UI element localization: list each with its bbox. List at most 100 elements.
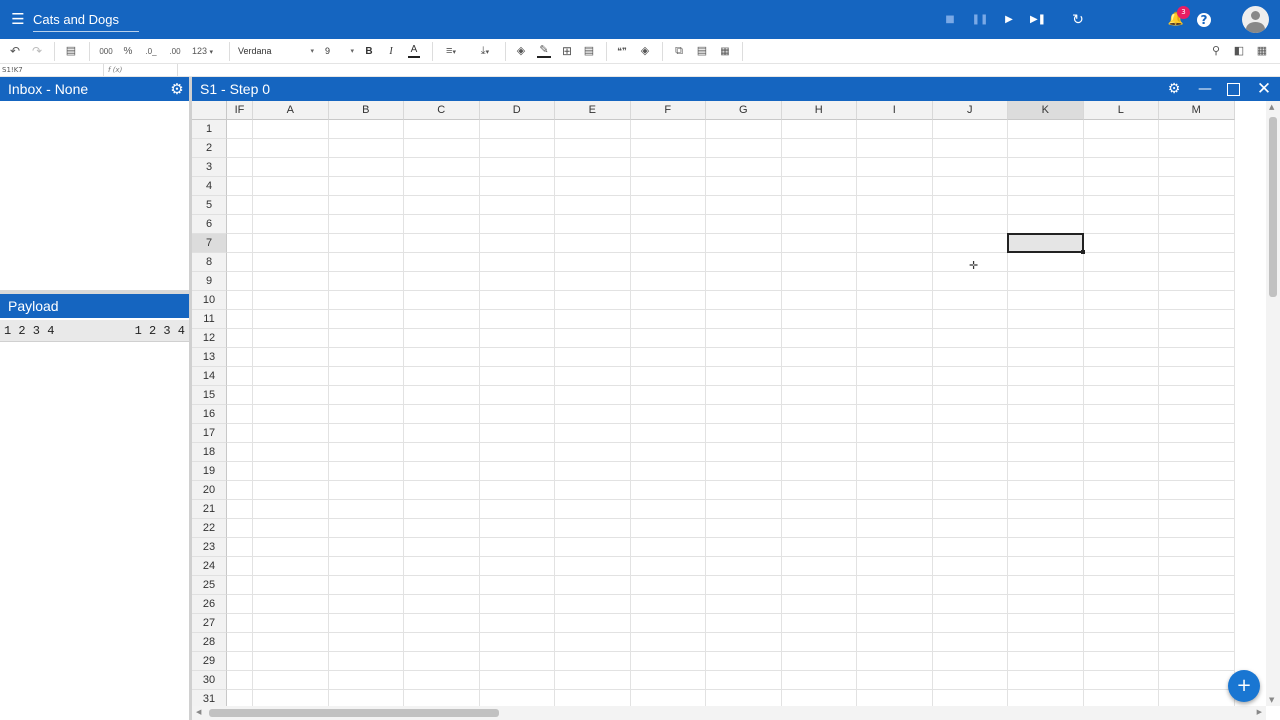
cell-c6[interactable] <box>404 215 480 234</box>
cell-d13[interactable] <box>479 348 555 367</box>
cell-h26[interactable] <box>781 595 857 614</box>
cell-if15[interactable] <box>227 386 253 405</box>
cell-g31[interactable] <box>706 690 782 706</box>
cell-i20[interactable] <box>857 481 933 500</box>
cell-k28[interactable] <box>1008 633 1084 652</box>
cell-b23[interactable] <box>328 538 404 557</box>
cell-b29[interactable] <box>328 652 404 671</box>
row-header-10[interactable]: 10 <box>192 291 227 310</box>
search-icon[interactable]: ⚲ <box>1209 44 1223 59</box>
row-header-20[interactable]: 20 <box>192 481 227 500</box>
row-header-25[interactable]: 25 <box>192 576 227 595</box>
cell-j23[interactable] <box>932 538 1008 557</box>
cell-c18[interactable] <box>404 443 480 462</box>
cell-m27[interactable] <box>1159 614 1235 633</box>
cell-if28[interactable] <box>227 633 253 652</box>
cell-j12[interactable] <box>932 329 1008 348</box>
cell-a27[interactable] <box>253 614 329 633</box>
play-icon[interactable]: ▶ <box>1000 11 1018 29</box>
cell-f13[interactable] <box>630 348 706 367</box>
increase-decimal-button[interactable]: .00 <box>166 44 184 59</box>
cell-a10[interactable] <box>253 291 329 310</box>
add-button[interactable]: + <box>1228 670 1260 702</box>
cell-b24[interactable] <box>328 557 404 576</box>
cell-h7[interactable] <box>781 234 857 253</box>
cell-j14[interactable] <box>932 367 1008 386</box>
cell-c26[interactable] <box>404 595 480 614</box>
cell-k20[interactable] <box>1008 481 1084 500</box>
cell-e26[interactable] <box>555 595 631 614</box>
cell-b5[interactable] <box>328 196 404 215</box>
cell-e3[interactable] <box>555 158 631 177</box>
cell-i4[interactable] <box>857 177 933 196</box>
cell-c14[interactable] <box>404 367 480 386</box>
cell-k16[interactable] <box>1008 405 1084 424</box>
cell-if12[interactable] <box>227 329 253 348</box>
cell-f7[interactable] <box>630 234 706 253</box>
cell-b9[interactable] <box>328 272 404 291</box>
cell-e15[interactable] <box>555 386 631 405</box>
column-header-k[interactable]: K <box>1008 101 1084 120</box>
cell-c4[interactable] <box>404 177 480 196</box>
cell-c21[interactable] <box>404 500 480 519</box>
cell-c1[interactable] <box>404 120 480 139</box>
font-family-select[interactable]: Verdana ▾ <box>234 43 316 60</box>
cell-k19[interactable] <box>1008 462 1084 481</box>
cell-i7[interactable] <box>857 234 933 253</box>
cell-h19[interactable] <box>781 462 857 481</box>
cell-g12[interactable] <box>706 329 782 348</box>
cell-k6[interactable] <box>1008 215 1084 234</box>
cell-a14[interactable] <box>253 367 329 386</box>
cell-e9[interactable] <box>555 272 631 291</box>
valign-dropdown[interactable]: ⤓▾ <box>474 44 496 59</box>
cell-l11[interactable] <box>1083 310 1159 329</box>
row-header-3[interactable]: 3 <box>192 158 227 177</box>
row-header-22[interactable]: 22 <box>192 519 227 538</box>
row-header-14[interactable]: 14 <box>192 367 227 386</box>
cell-f27[interactable] <box>630 614 706 633</box>
cell-m7[interactable] <box>1159 234 1235 253</box>
cell-k18[interactable] <box>1008 443 1084 462</box>
cell-if18[interactable] <box>227 443 253 462</box>
cell-g26[interactable] <box>706 595 782 614</box>
cell-b12[interactable] <box>328 329 404 348</box>
cell-g17[interactable] <box>706 424 782 443</box>
menu-icon[interactable]: ☰ <box>10 11 26 27</box>
cell-j15[interactable] <box>932 386 1008 405</box>
cell-if26[interactable] <box>227 595 253 614</box>
cell-d24[interactable] <box>479 557 555 576</box>
cell-d28[interactable] <box>479 633 555 652</box>
close-icon[interactable]: ✕ <box>1256 81 1272 98</box>
row-header-18[interactable]: 18 <box>192 443 227 462</box>
cell-d27[interactable] <box>479 614 555 633</box>
cell-h22[interactable] <box>781 519 857 538</box>
cell-g9[interactable] <box>706 272 782 291</box>
cell-m3[interactable] <box>1159 158 1235 177</box>
cell-k22[interactable] <box>1008 519 1084 538</box>
cell-j1[interactable] <box>932 120 1008 139</box>
help-icon[interactable]: ? <box>1197 13 1211 27</box>
cell-d19[interactable] <box>479 462 555 481</box>
cell-f25[interactable] <box>630 576 706 595</box>
cell-c19[interactable] <box>404 462 480 481</box>
cell-a6[interactable] <box>253 215 329 234</box>
cell-h9[interactable] <box>781 272 857 291</box>
cell-h2[interactable] <box>781 139 857 158</box>
number-format-dropdown[interactable]: 123 ▾ <box>192 44 220 59</box>
cell-l13[interactable] <box>1083 348 1159 367</box>
cell-f3[interactable] <box>630 158 706 177</box>
cell-g15[interactable] <box>706 386 782 405</box>
cell-b21[interactable] <box>328 500 404 519</box>
cell-i23[interactable] <box>857 538 933 557</box>
cell-e8[interactable] <box>555 253 631 272</box>
cell-f28[interactable] <box>630 633 706 652</box>
formula-input[interactable] <box>180 64 1270 76</box>
cell-c24[interactable] <box>404 557 480 576</box>
cell-g2[interactable] <box>706 139 782 158</box>
column-header-d[interactable]: D <box>479 101 555 120</box>
cell-f30[interactable] <box>630 671 706 690</box>
column-header-a[interactable]: A <box>253 101 329 120</box>
cell-if29[interactable] <box>227 652 253 671</box>
cell-c28[interactable] <box>404 633 480 652</box>
cell-g1[interactable] <box>706 120 782 139</box>
